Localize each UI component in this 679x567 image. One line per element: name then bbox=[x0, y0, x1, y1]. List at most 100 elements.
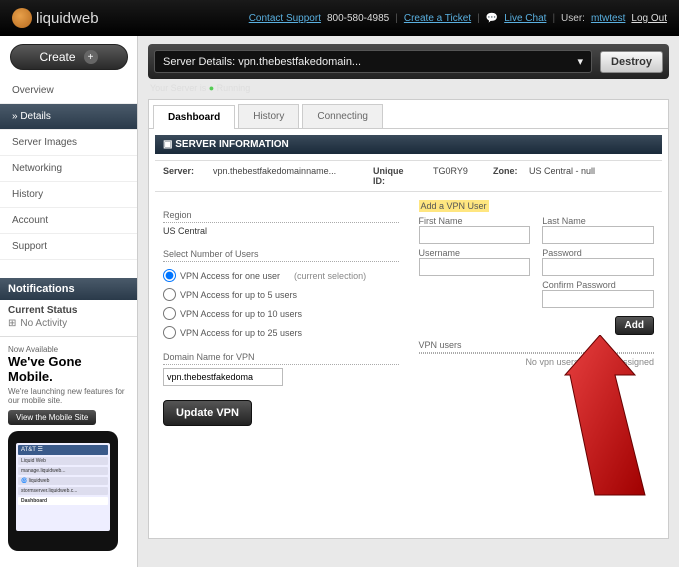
server-label: Server: bbox=[155, 161, 205, 191]
create-ticket-link[interactable]: Create a Ticket bbox=[404, 13, 471, 24]
main-header: Server Details: vpn.thebestfakedomain...… bbox=[148, 44, 669, 79]
add-user-form: First Name Last Name Username Passw bbox=[419, 216, 655, 308]
server-status-line: Your Server is ● Running bbox=[148, 79, 669, 97]
domain-name-input[interactable] bbox=[163, 368, 283, 386]
server-info-header: ▣ SERVER INFORMATION bbox=[155, 135, 662, 154]
promo-subtext: We're launching new features for our mob… bbox=[8, 387, 129, 405]
live-chat-link[interactable]: Live Chat bbox=[504, 13, 546, 24]
promo-headline: We've Gone Mobile. bbox=[8, 354, 129, 384]
sidebar-item-account[interactable]: Account bbox=[0, 208, 137, 234]
password-input[interactable] bbox=[542, 258, 654, 276]
plan-radio-4[interactable] bbox=[163, 326, 176, 339]
tab-dashboard[interactable]: Dashboard bbox=[153, 105, 235, 129]
server-value: vpn.thebestfakedomainname... bbox=[205, 161, 365, 191]
plan-radio-2[interactable] bbox=[163, 288, 176, 301]
logo-icon bbox=[12, 8, 32, 28]
create-button[interactable]: Create + bbox=[10, 44, 128, 70]
plan-option-4[interactable]: VPN Access for up to 25 users bbox=[163, 323, 399, 342]
region-value: US Central bbox=[163, 223, 399, 239]
content-columns: Region US Central Select Number of Users… bbox=[149, 192, 668, 434]
contact-support-link[interactable]: Contact Support bbox=[249, 13, 321, 24]
plan-radio-1[interactable] bbox=[163, 269, 176, 282]
support-phone: 800-580-4985 bbox=[327, 13, 389, 24]
current-selection: (current selection) bbox=[294, 271, 366, 281]
add-vpn-user-text: Add a VPN User bbox=[419, 200, 489, 212]
status-prefix: Your Server is bbox=[150, 83, 206, 93]
zone-label: Zone: bbox=[485, 161, 521, 191]
phone-row: Liquid Web bbox=[18, 457, 108, 465]
promo-eyebrow: Now Available bbox=[8, 345, 129, 354]
sidebar-item-support[interactable]: Support bbox=[0, 234, 137, 260]
main-content: Server Details: vpn.thebestfakedomain...… bbox=[138, 36, 679, 567]
plan-label-1: VPN Access for one user bbox=[180, 271, 280, 281]
server-select[interactable]: Server Details: vpn.thebestfakedomain...… bbox=[154, 50, 592, 73]
tab-history[interactable]: History bbox=[238, 104, 299, 128]
domain-name-label: Domain Name for VPN bbox=[163, 350, 399, 365]
left-column: Region US Central Select Number of Users… bbox=[163, 200, 399, 426]
username-input[interactable] bbox=[419, 258, 531, 276]
sidebar-item-history[interactable]: History bbox=[0, 182, 137, 208]
sidebar-nav: Overview » Details Server Images Network… bbox=[0, 78, 137, 260]
current-status-row: ⊞ No Activity bbox=[8, 316, 129, 331]
collapse-icon[interactable]: ▣ bbox=[163, 139, 172, 150]
top-nav: Contact Support 800-580-4985 | Create a … bbox=[249, 13, 667, 24]
update-vpn-button[interactable]: Update VPN bbox=[163, 400, 252, 426]
separator: | bbox=[477, 13, 480, 24]
first-name-input[interactable] bbox=[419, 226, 531, 244]
num-users-label: Select Number of Users bbox=[163, 247, 399, 262]
tabs: Dashboard History Connecting bbox=[149, 100, 668, 129]
phone-bar: AT&T ☰ bbox=[18, 445, 108, 455]
sidebar-item-networking[interactable]: Networking bbox=[0, 156, 137, 182]
user-label: User: bbox=[561, 13, 585, 24]
no-vpn-users-message: No vpn users currently assigned bbox=[419, 353, 655, 367]
status-value: Running bbox=[217, 83, 251, 93]
add-button[interactable]: Add bbox=[615, 316, 654, 335]
chat-icon: 💬 bbox=[486, 13, 498, 24]
first-name-label: First Name bbox=[419, 216, 531, 226]
phone-mockup: AT&T ☰ Liquid Web manage.liquidweb... 🌀 … bbox=[8, 431, 118, 551]
panel: Dashboard History Connecting ▣ SERVER IN… bbox=[148, 99, 669, 539]
phone-dashboard: Dashboard bbox=[18, 497, 108, 505]
server-info-row: Server: vpn.thebestfakedomainname... Uni… bbox=[155, 160, 662, 192]
confirm-password-label: Confirm Password bbox=[542, 280, 654, 290]
page: Create + Overview » Details Server Image… bbox=[0, 36, 679, 567]
plan-option-1[interactable]: VPN Access for one user (current selectio… bbox=[163, 266, 399, 285]
zone-value: US Central - null bbox=[521, 161, 603, 191]
password-label: Password bbox=[542, 248, 654, 258]
logout-link[interactable]: Log Out bbox=[631, 13, 667, 24]
plan-option-3[interactable]: VPN Access for up to 10 users bbox=[163, 304, 399, 323]
uid-value: TG0RY9 bbox=[425, 161, 485, 191]
expand-icon[interactable]: ⊞ bbox=[8, 318, 16, 329]
user-plan-radios: VPN Access for one user (current selectio… bbox=[163, 266, 399, 342]
plan-label-3: VPN Access for up to 10 users bbox=[180, 309, 302, 319]
sidebar-item-server-images[interactable]: Server Images bbox=[0, 130, 137, 156]
separator: | bbox=[395, 13, 398, 24]
mobile-promo: Now Available We've Gone Mobile. We're l… bbox=[0, 337, 137, 559]
current-status-label: Current Status bbox=[8, 305, 129, 316]
vpn-users-label: VPN users bbox=[419, 338, 655, 353]
notifications-header: Notifications bbox=[0, 278, 137, 300]
phone-row: 🌀 liquidweb bbox=[18, 477, 108, 485]
user-link[interactable]: mtwtest bbox=[591, 13, 625, 24]
add-vpn-user-title: Add a VPN User bbox=[419, 200, 655, 212]
destroy-button[interactable]: Destroy bbox=[600, 51, 663, 73]
phone-row: stormserver.liquidweb.c... bbox=[18, 487, 108, 495]
separator: | bbox=[552, 13, 555, 24]
right-column: Add a VPN User First Name Last Name User… bbox=[419, 200, 655, 426]
sidebar-item-details[interactable]: » Details bbox=[0, 104, 137, 130]
last-name-label: Last Name bbox=[542, 216, 654, 226]
server-select-label: Server Details: vpn.thebestfakedomain... bbox=[163, 56, 361, 68]
plan-label-2: VPN Access for up to 5 users bbox=[180, 290, 297, 300]
view-mobile-site-button[interactable]: View the Mobile Site bbox=[8, 410, 96, 425]
plan-label-4: VPN Access for up to 25 users bbox=[180, 328, 302, 338]
plan-option-2[interactable]: VPN Access for up to 5 users bbox=[163, 285, 399, 304]
sidebar: Create + Overview » Details Server Image… bbox=[0, 36, 138, 567]
plan-radio-3[interactable] bbox=[163, 307, 176, 320]
confirm-password-input[interactable] bbox=[542, 290, 654, 308]
brand-name: liquidweb bbox=[36, 10, 99, 27]
last-name-input[interactable] bbox=[542, 226, 654, 244]
tab-connecting[interactable]: Connecting bbox=[302, 104, 383, 128]
topbar: liquidweb Contact Support 800-580-4985 |… bbox=[0, 0, 679, 36]
phone-row: manage.liquidweb... bbox=[18, 467, 108, 475]
sidebar-item-overview[interactable]: Overview bbox=[0, 78, 137, 104]
